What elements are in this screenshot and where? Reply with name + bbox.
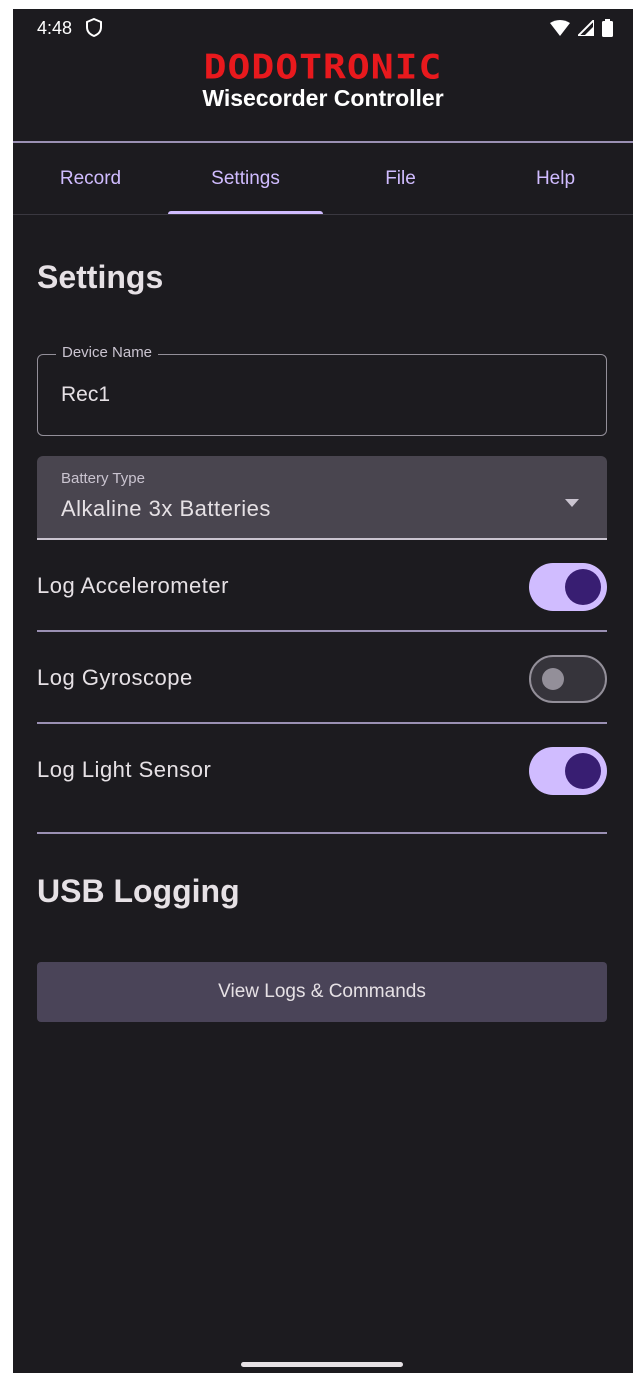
tab-record[interactable]: Record bbox=[13, 143, 168, 215]
log-light-sensor-label: Log Light Sensor bbox=[37, 757, 212, 782]
battery-icon bbox=[602, 19, 613, 42]
row-divider bbox=[37, 832, 607, 834]
log-accelerometer-label: Log Accelerometer bbox=[37, 573, 229, 598]
settings-title: Settings bbox=[37, 259, 164, 295]
switch-knob bbox=[542, 668, 564, 690]
battery-type-select[interactable]: Battery Type Alkaline 3x Batteries bbox=[37, 456, 607, 540]
signal-icon bbox=[575, 17, 595, 41]
usb-logging-title: USB Logging bbox=[37, 873, 240, 909]
battery-type-label: Battery Type bbox=[61, 470, 145, 487]
log-light-sensor-row: Log Light Sensor bbox=[37, 724, 607, 834]
brand-logo: DODOTRONIC bbox=[203, 47, 443, 87]
dropdown-arrow-icon[interactable] bbox=[565, 494, 579, 512]
device-name-field[interactable]: Device Name Rec1 bbox=[37, 344, 607, 436]
log-accelerometer-switch[interactable] bbox=[529, 563, 607, 611]
app-screen: 4:48 DODOTRONIC Wisecorder Controller Re… bbox=[13, 9, 633, 1373]
status-icons bbox=[550, 17, 613, 42]
log-accelerometer-row: Log Accelerometer bbox=[37, 540, 607, 632]
tabs-divider bbox=[13, 214, 633, 215]
switch-knob bbox=[565, 753, 601, 789]
app-title: Wisecorder Controller bbox=[202, 85, 444, 111]
tab-settings[interactable]: Settings bbox=[168, 143, 323, 215]
home-indicator[interactable] bbox=[241, 1362, 403, 1367]
log-gyroscope-label: Log Gyroscope bbox=[37, 665, 193, 690]
status-time: 4:48 bbox=[37, 18, 73, 38]
tab-file[interactable]: File bbox=[323, 143, 478, 215]
battery-type-value: Alkaline 3x Batteries bbox=[61, 496, 271, 521]
device-name-label: Device Name bbox=[56, 344, 159, 361]
view-logs-button[interactable]: View Logs & Commands bbox=[37, 962, 607, 1022]
log-gyroscope-switch[interactable] bbox=[529, 655, 607, 703]
log-gyroscope-row: Log Gyroscope bbox=[37, 632, 607, 724]
status-bar: 4:48 bbox=[13, 9, 633, 49]
tab-help[interactable]: Help bbox=[478, 143, 633, 215]
shield-icon bbox=[86, 17, 102, 42]
device-name-value[interactable]: Rec1 bbox=[61, 383, 110, 407]
tab-bar: Record Settings File Help bbox=[13, 143, 633, 215]
wifi-icon bbox=[550, 20, 570, 41]
switch-knob bbox=[565, 569, 601, 605]
log-light-sensor-switch[interactable] bbox=[529, 747, 607, 795]
